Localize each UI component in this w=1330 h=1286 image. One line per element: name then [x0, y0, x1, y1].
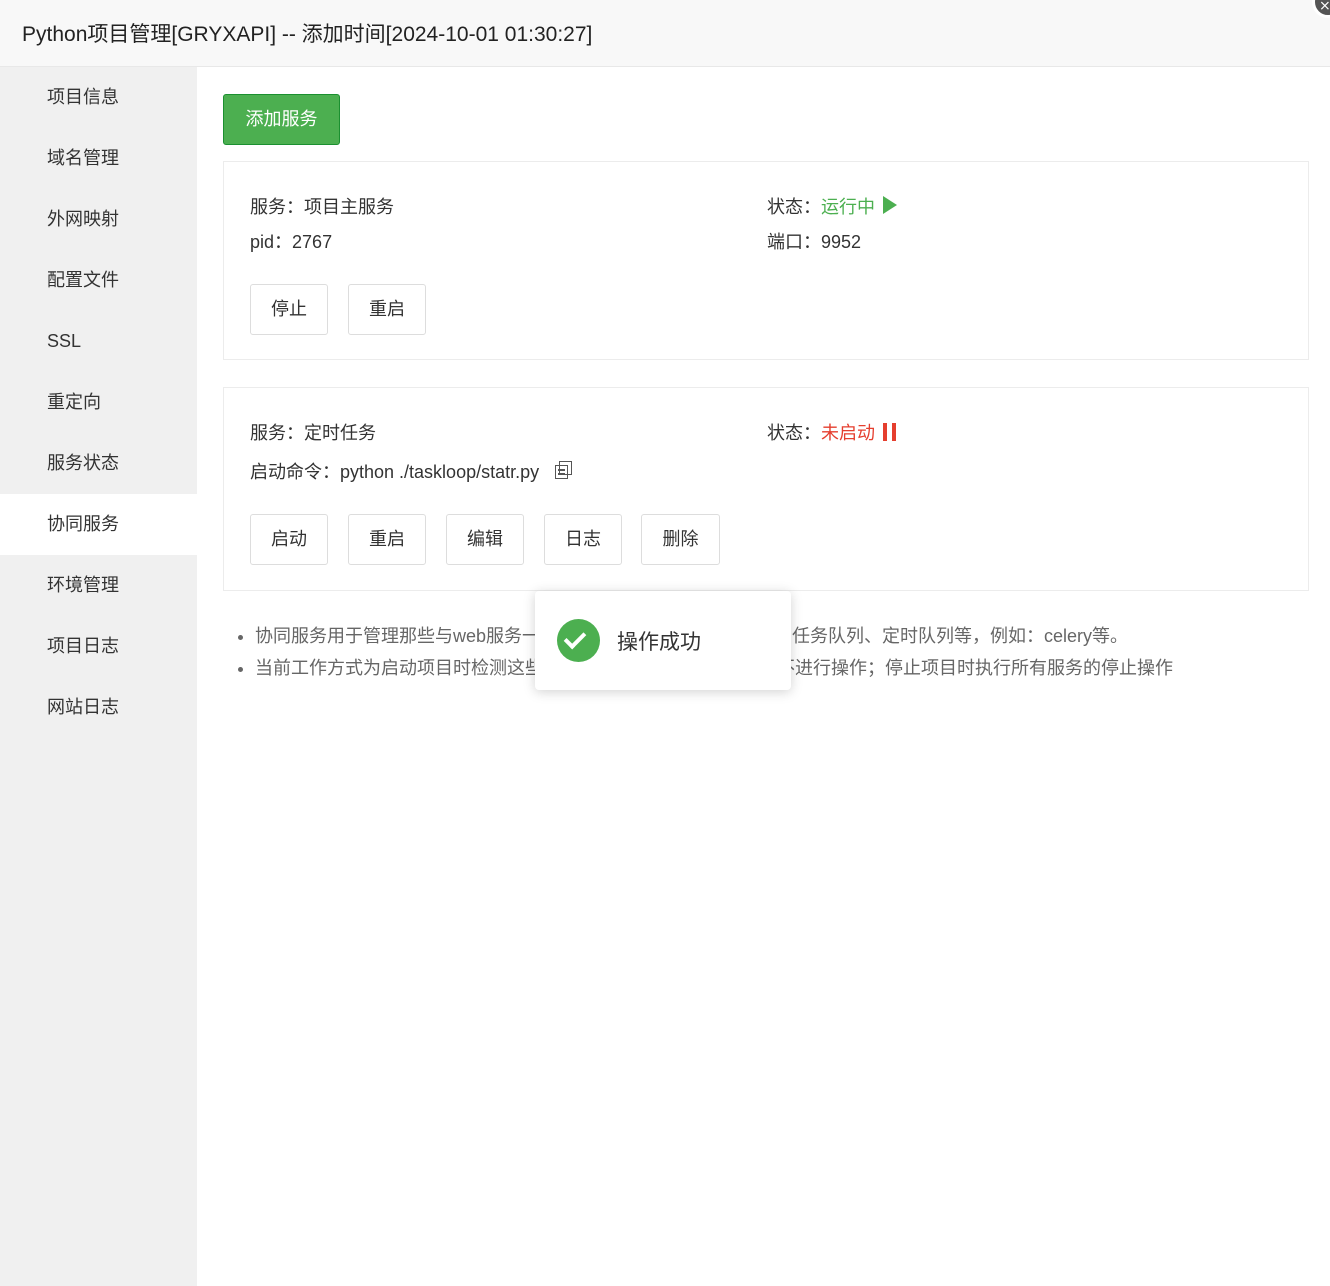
sidebar-item-collab-service[interactable]: 协同服务 [0, 494, 197, 555]
sidebar-item-site-log[interactable]: 网站日志 [0, 677, 197, 738]
status-value: 运行中 [821, 197, 875, 217]
add-service-button[interactable]: 添加服务 [223, 94, 340, 145]
status-row: 状态：运行中 [767, 193, 897, 219]
port-row: 端口：9952 [767, 228, 861, 254]
copy-icon[interactable] [555, 461, 573, 479]
service-name-row: 服务：项目主服务 [250, 193, 394, 219]
status-label: 状态： [767, 423, 821, 443]
restart-button[interactable]: 重启 [348, 284, 426, 335]
success-toast: 操作成功 [535, 591, 791, 690]
delete-button[interactable]: 删除 [641, 514, 720, 565]
pause-icon [883, 423, 901, 446]
start-button[interactable]: 启动 [250, 514, 328, 565]
dialog-title: Python项目管理[GRYXAPI] -- 添加时间[2024-10-01 0… [22, 23, 593, 46]
toast-message: 操作成功 [617, 631, 701, 654]
service-label: 服务： [250, 197, 304, 217]
sidebar-item-redirect[interactable]: 重定向 [0, 372, 197, 433]
sidebar-item-external-mapping[interactable]: 外网映射 [0, 189, 197, 250]
status-label: 状态： [767, 197, 821, 217]
stop-button[interactable]: 停止 [250, 284, 328, 335]
service-card-main: 服务：项目主服务 状态：运行中 pid：2767 端口：9952 停止 重启 [223, 161, 1309, 360]
service-label: 服务： [250, 423, 304, 443]
sidebar-item-project-log[interactable]: 项目日志 [0, 616, 197, 677]
command-row: 启动命令：python ./taskloop/statr.py [250, 458, 573, 484]
log-button[interactable]: 日志 [544, 514, 622, 565]
edit-button[interactable]: 编辑 [446, 514, 524, 565]
sidebar-item-service-status[interactable]: 服务状态 [0, 433, 197, 494]
status-row: 状态：未启动 [767, 419, 901, 446]
port-label: 端口： [767, 232, 821, 252]
port-value: 9952 [821, 232, 862, 252]
pid-row: pid：2767 [250, 228, 332, 254]
dialog-titlebar: Python项目管理[GRYXAPI] -- 添加时间[2024-10-01 0… [0, 0, 1330, 67]
play-icon [883, 196, 897, 214]
pid-value: 2767 [292, 232, 333, 252]
restart-button[interactable]: 重启 [348, 514, 426, 565]
sidebar: 项目信息 域名管理 外网映射 配置文件 SSL 重定向 服务状态 协同服务 环境… [0, 67, 197, 1286]
check-icon [557, 619, 600, 662]
sidebar-item-domain-management[interactable]: 域名管理 [0, 128, 197, 189]
pid-label: pid： [250, 232, 293, 252]
close-button[interactable]: ⨯ [1312, 0, 1330, 18]
sidebar-item-project-info[interactable]: 项目信息 [0, 67, 197, 128]
service-name-row: 服务：定时任务 [250, 419, 376, 445]
sidebar-item-env-management[interactable]: 环境管理 [0, 555, 197, 616]
status-value: 未启动 [821, 423, 875, 443]
service-card-scheduled: 服务：定时任务 状态：未启动 启动命令：python ./taskloop/st… [223, 387, 1309, 591]
command-label: 启动命令： [250, 462, 340, 482]
command-value: python ./taskloop/statr.py [340, 462, 540, 482]
service-name: 项目主服务 [304, 197, 394, 217]
close-icon: ⨯ [1319, 0, 1330, 13]
service-name: 定时任务 [304, 423, 376, 443]
sidebar-item-ssl[interactable]: SSL [0, 311, 197, 372]
sidebar-item-config-file[interactable]: 配置文件 [0, 250, 197, 311]
